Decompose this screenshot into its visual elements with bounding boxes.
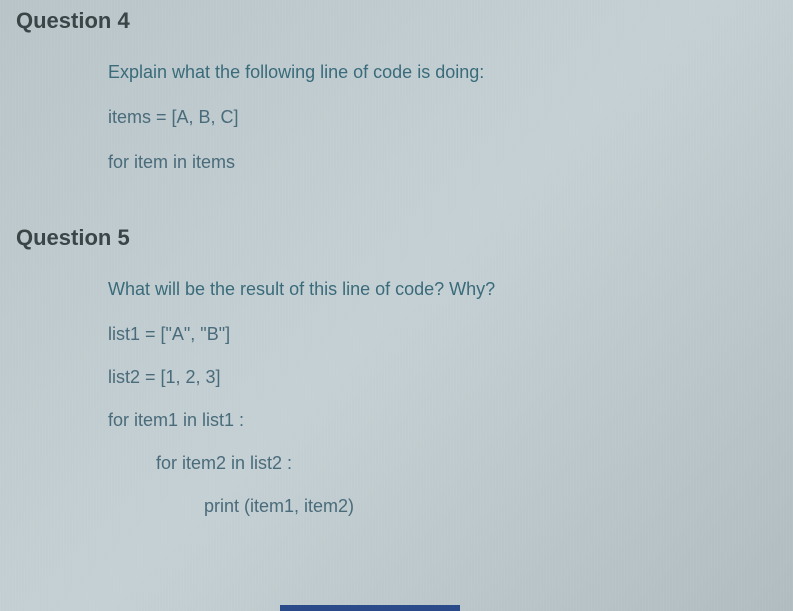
- bottom-accent-bar: [280, 605, 460, 611]
- q5-code-line-4: for item2 in list2 :: [108, 453, 773, 474]
- question-4-block: Explain what the following line of code …: [0, 62, 793, 173]
- document-content: Question 4 Explain what the following li…: [0, 0, 793, 517]
- q5-code-line-2: list2 = [1, 2, 3]: [108, 367, 773, 388]
- question-4-heading: Question 4: [0, 8, 793, 34]
- question-5-heading: Question 5: [0, 225, 793, 251]
- q4-code-line-2: for item in items: [108, 152, 773, 173]
- question-5-block: What will be the result of this line of …: [0, 279, 793, 517]
- q5-code-line-3: for item1 in list1 :: [108, 410, 773, 431]
- q4-code-line-1: items = [A, B, C]: [108, 107, 773, 128]
- question-5-prompt: What will be the result of this line of …: [108, 279, 773, 300]
- question-4-prompt: Explain what the following line of code …: [108, 62, 773, 83]
- q5-code-line-5: print (item1, item2): [108, 496, 773, 517]
- q5-code-line-1: list1 = ["A", "B"]: [108, 324, 773, 345]
